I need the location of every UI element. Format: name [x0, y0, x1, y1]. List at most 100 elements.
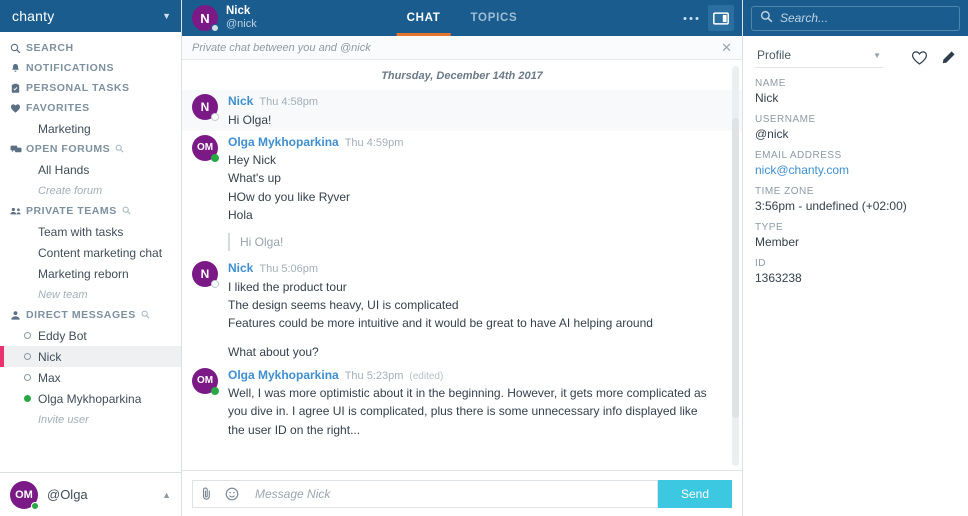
sidebar-forum-all-hands[interactable]: All Hands	[0, 159, 181, 180]
status-dot	[211, 153, 219, 162]
field-value-link[interactable]: nick@chanty.com	[755, 163, 956, 177]
message-input[interactable]: Message Nick	[245, 479, 658, 508]
profile-field-username: USERNAME @nick	[755, 114, 956, 141]
message-line: Hi Olga!	[228, 112, 272, 127]
profile-field-name: NAME Nick	[755, 78, 956, 105]
sidebar-team-marketing-reborn[interactable]: Marketing reborn	[0, 263, 181, 284]
paperclip-icon[interactable]	[193, 480, 219, 508]
chevron-up-icon[interactable]: ▲	[162, 490, 171, 500]
sidebar-item-personal-tasks[interactable]: PERSONAL TASKS	[0, 78, 181, 98]
field-key: USERNAME	[755, 114, 816, 125]
chat-column: N Nick @nick CHAT TOPICS Private chat be…	[182, 0, 742, 516]
sidebar-item-favorites[interactable]: FAVORITES	[0, 98, 181, 118]
ellipsis-icon[interactable]	[678, 5, 704, 31]
status-dot	[24, 332, 31, 339]
message-header: Nick Thu 4:58pm	[228, 92, 714, 111]
message-row: N Nick Thu 4:58pm Hi Olga!	[182, 90, 742, 131]
avatar: N	[192, 5, 219, 32]
workspace-header[interactable]: chanty ▼	[0, 0, 181, 32]
status-dot	[211, 24, 219, 32]
sidebar-section-private-teams[interactable]: PRIVATE TEAMS	[0, 201, 181, 221]
search-placeholder: Search...	[780, 11, 829, 25]
sidebar-label: PERSONAL TASKS	[26, 82, 130, 94]
field-key: TYPE	[755, 222, 784, 233]
status-dot	[31, 501, 39, 510]
search-icon[interactable]	[141, 310, 150, 321]
heart-icon	[10, 103, 26, 114]
sidebar: chanty ▼ SEARCH NOTIFICATIONS PERSONAL T…	[0, 0, 182, 516]
message-line: What's up	[228, 171, 281, 186]
profile-field-id: ID 1363238	[755, 258, 956, 285]
heart-outline-icon[interactable]	[911, 50, 928, 66]
message-time: Thu 5:06pm	[259, 263, 319, 276]
avatar: OM	[192, 134, 219, 162]
search-icon	[10, 43, 26, 54]
sidebar-dm-olga-mykhoparkina[interactable]: Olga Mykhoparkina	[0, 388, 181, 409]
field-value: Nick	[755, 91, 779, 105]
tab-chat[interactable]: CHAT	[396, 0, 451, 36]
search-input[interactable]: Search...	[751, 5, 960, 31]
message-author[interactable]: Olga Mykhoparkina	[228, 133, 339, 151]
message-quote: Hi Olga!	[228, 233, 714, 252]
bell-icon	[10, 63, 26, 74]
sidebar-invite-user[interactable]: Invite user	[0, 409, 181, 430]
current-user-footer[interactable]: OM @Olga ▲	[0, 472, 181, 516]
sidebar-dm-max[interactable]: Max	[0, 367, 181, 388]
sidebar-favorite-marketing[interactable]: Marketing	[0, 118, 181, 139]
profile-panel: Search... Profile ▼ NAME Nick USERNAME @…	[742, 0, 968, 516]
field-value: Member	[755, 235, 800, 249]
message-header: Nick Thu 5:06pm	[228, 259, 714, 278]
avatar-initials: N	[200, 267, 210, 282]
message-body: Nick Thu 4:58pm Hi Olga!	[228, 92, 714, 129]
message-time: Thu 4:59pm	[344, 136, 404, 149]
sidebar-dm-nick[interactable]: Nick	[0, 346, 181, 367]
sidebar-item-search[interactable]: SEARCH	[0, 38, 181, 58]
tab-topics[interactable]: TOPICS	[467, 0, 522, 36]
global-search-header: Search...	[743, 0, 968, 36]
chat-peer-meta: Nick @nick	[226, 4, 257, 32]
scrollbar-thumb[interactable]	[732, 118, 739, 418]
sidebar-item-notifications[interactable]: NOTIFICATIONS	[0, 58, 181, 78]
field-value: 1363238	[755, 271, 802, 285]
forums-icon	[10, 144, 26, 155]
sidebar-team-content-marketing-chat[interactable]: Content marketing chat	[0, 242, 181, 263]
sidebar-section-direct-messages[interactable]: DIRECT MESSAGES	[0, 305, 181, 325]
chat-tabs: CHAT TOPICS	[396, 0, 522, 36]
message-time: Thu 5:23pm	[344, 369, 404, 382]
sidebar-section-open-forums[interactable]: OPEN FORUMS	[0, 139, 181, 159]
chevron-down-icon[interactable]: ▼	[162, 11, 171, 21]
sidebar-new-team[interactable]: New team	[0, 284, 181, 305]
search-icon[interactable]	[122, 206, 131, 217]
close-icon[interactable]: ✕	[721, 40, 732, 56]
profile-actions	[911, 50, 956, 66]
emoji-icon[interactable]	[219, 480, 245, 508]
workspace-name: chanty	[12, 8, 55, 24]
panel-toggle-icon[interactable]	[708, 5, 734, 31]
pencil-icon[interactable]	[940, 50, 956, 66]
sidebar-scroll: SEARCH NOTIFICATIONS PERSONAL TASKS FAVO…	[0, 32, 181, 472]
message-author[interactable]: Nick	[228, 92, 253, 110]
sidebar-label: DIRECT MESSAGES	[26, 309, 136, 321]
chat-peer-name: Nick	[226, 4, 251, 17]
private-chat-banner: Private chat between you and @nick ✕	[182, 36, 742, 60]
sidebar-create-forum[interactable]: Create forum	[0, 180, 181, 201]
profile-fields: NAME Nick USERNAME @nick EMAIL ADDRESS n…	[743, 68, 968, 294]
banner-text: Private chat between you and @nick	[192, 41, 371, 54]
field-key: EMAIL ADDRESS	[755, 150, 842, 161]
message-header: Olga Mykhoparkina Thu 4:59pm	[228, 133, 714, 152]
profile-field-timezone: TIME ZONE 3:56pm - undefined (+02:00)	[755, 186, 956, 213]
profile-selector[interactable]: Profile ▼	[755, 48, 883, 68]
sidebar-child-label: Eddy Bot	[38, 328, 87, 343]
status-dot	[24, 353, 31, 360]
message-author[interactable]: Olga Mykhoparkina	[228, 366, 339, 384]
sidebar-team-with-tasks[interactable]: Team with tasks	[0, 221, 181, 242]
send-button[interactable]: Send	[658, 479, 732, 508]
message-list: Thursday, December 14th 2017 N Nick Thu …	[182, 60, 742, 470]
message-body: Olga Mykhoparkina Thu 4:59pm Hey Nick Wh…	[228, 133, 714, 255]
current-user-name: @Olga	[47, 487, 88, 502]
search-icon[interactable]	[115, 144, 124, 155]
message-author[interactable]: Nick	[228, 259, 253, 277]
sidebar-dm-eddy-bot[interactable]: Eddy Bot	[0, 325, 181, 346]
avatar-initials: N	[200, 100, 210, 114]
field-key: TIME ZONE	[755, 186, 814, 197]
